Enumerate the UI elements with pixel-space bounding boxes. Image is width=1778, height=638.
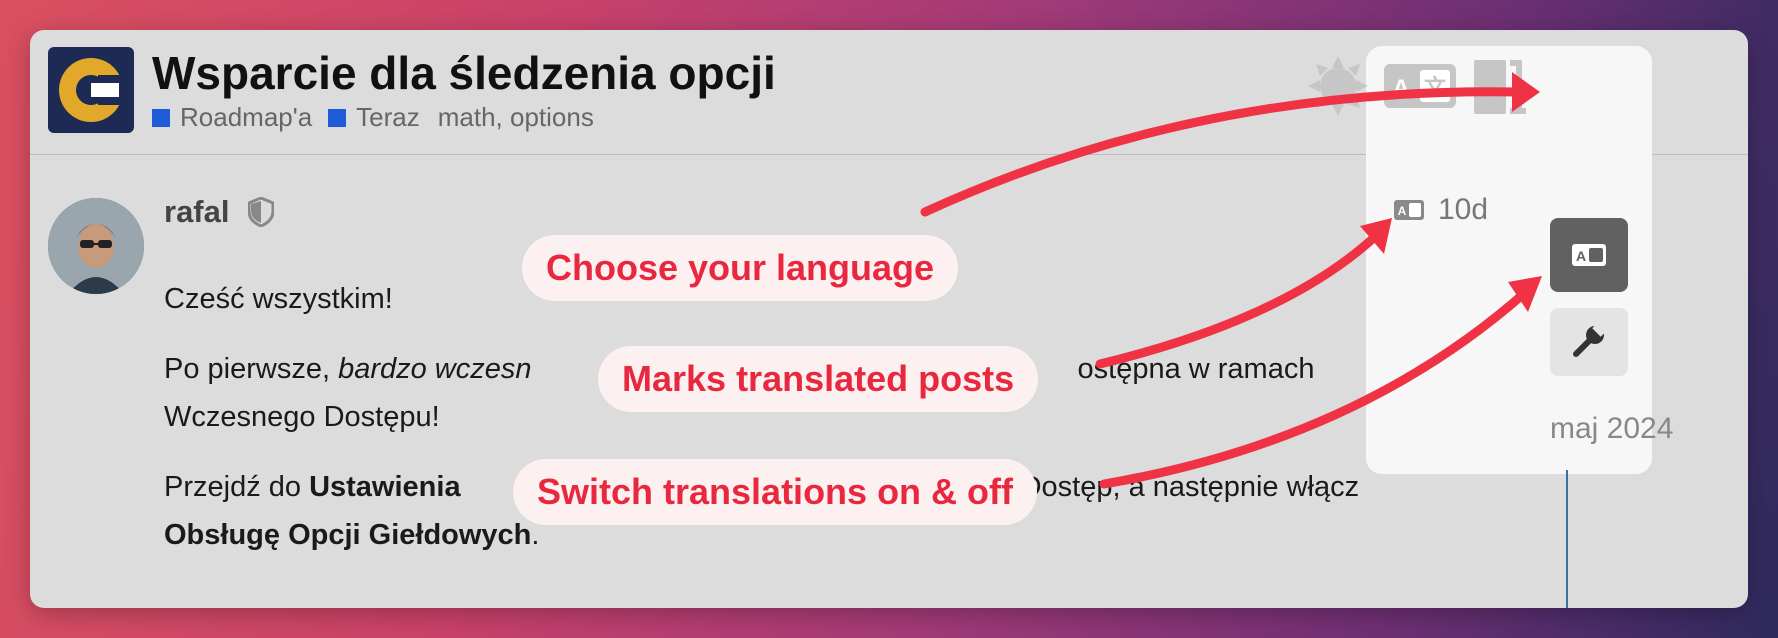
annotation-arrows bbox=[920, 72, 1542, 489]
annotation-switch-translations: Switch translations on & off bbox=[513, 459, 1038, 525]
annotation-marks-translated: Marks translated posts bbox=[598, 346, 1039, 412]
annotation-choose-language: Choose your language bbox=[522, 235, 959, 301]
